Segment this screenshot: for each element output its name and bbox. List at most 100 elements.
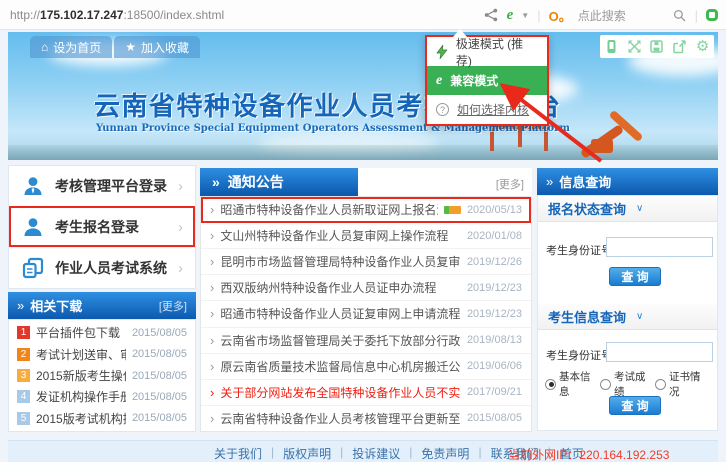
- divider: |: [537, 8, 540, 23]
- notice-item[interactable]: › 昭通市特种设备作业人员证复审网上申请流程及相... 2019/12/23: [201, 301, 531, 327]
- download-date: 2015/08/05: [132, 370, 187, 382]
- query-button[interactable]: 查 询: [609, 267, 661, 286]
- item-arrow-icon: ›: [210, 280, 214, 295]
- notices-list: › 昭通市特种设备作业人员新取证网上报名流程 2020/05/13 › 文山州特…: [200, 196, 532, 432]
- export-icon[interactable]: [672, 39, 687, 54]
- footer-link-complaints[interactable]: 投诉建议: [352, 445, 400, 462]
- downloads-list: 1 平台插件包下载 2015/08/05 2 考试计划送审、审核 ... 201…: [8, 319, 196, 432]
- page-footer: 关于我们 | 版权声明 | 投诉建议 | 免责声明 | 联系我们 | 首页 当前…: [8, 440, 718, 462]
- download-item[interactable]: 2 考试计划送审、审核 ... 2015/08/05: [9, 343, 195, 364]
- url-prefix: http://: [10, 8, 40, 22]
- url-host: 175.102.17.247: [40, 8, 123, 22]
- chevron-right-icon: ›: [178, 260, 183, 277]
- item-arrow-icon: ›: [210, 228, 214, 243]
- extension-icon[interactable]: [706, 9, 718, 21]
- ie-compat-mode-icon[interactable]: e: [507, 8, 514, 23]
- download-item[interactable]: 4 发证机构操作手册 2015/08/05: [9, 386, 195, 407]
- fullscreen-icon[interactable]: [627, 39, 642, 54]
- save-icon[interactable]: [649, 39, 664, 54]
- search-input[interactable]: O。 点此搜索: [549, 6, 687, 25]
- footer-link-copyright[interactable]: 版权声明: [283, 445, 331, 462]
- add-favorite-link[interactable]: ★ 加入收藏: [114, 36, 200, 58]
- download-item[interactable]: 1 平台插件包下载 2015/08/05: [9, 322, 195, 343]
- divider: |: [271, 445, 274, 462]
- radio-certificate-status[interactable]: 证书情况: [655, 369, 710, 399]
- notice-item[interactable]: › 文山州特种设备作业人员复审网上操作流程 2020/01/08: [201, 223, 531, 249]
- radio-basic-info[interactable]: 基本信息: [545, 369, 600, 399]
- footer-link-disclaimer[interactable]: 免责声明: [421, 445, 469, 462]
- mobile-icon[interactable]: [604, 39, 619, 54]
- rank-badge: 3: [17, 369, 30, 382]
- notice-title: 云南省市场监督管理局关于委托下放部分行政许可...: [220, 332, 461, 349]
- download-item[interactable]: 5 2015版考试机构操... 2015/08/05: [9, 408, 195, 429]
- notice-item[interactable]: › 昆明市市场监督管理局特种设备作业人员复审流程... 2019/12/26: [201, 249, 531, 275]
- item-arrow-icon: ›: [210, 254, 214, 269]
- menu-item-label: 极速模式 (推荐): [456, 35, 538, 69]
- notice-item[interactable]: › 昭通市特种设备作业人员新取证网上报名流程 2020/05/13: [201, 197, 531, 223]
- section-signup-status-query[interactable]: 报名状态查询 ∨: [538, 196, 717, 222]
- download-date: 2015/08/05: [132, 327, 187, 339]
- page-bottom-margin: [0, 462, 726, 471]
- notice-item[interactable]: › 云南省特种设备作业人员考核管理平台更新至20... 2015/08/05: [201, 406, 531, 431]
- search-icon[interactable]: [672, 8, 687, 23]
- new-badge: [444, 206, 461, 214]
- notice-title: 关于部分网站发布全国特种设备作业人员不实信息...: [220, 384, 461, 401]
- menu-item-speed-mode[interactable]: 极速模式 (推荐): [427, 37, 547, 66]
- external-ip-readout: 当前外网IP：220.164.192.253: [508, 446, 669, 463]
- divider: |: [695, 8, 698, 23]
- crane-cab-art: [591, 139, 613, 153]
- menu-item-label: 兼容模式: [450, 72, 498, 89]
- sidebar-item-candidate-signup-login[interactable]: 考生报名登录 ›: [9, 206, 195, 247]
- query-button[interactable]: 查 询: [609, 396, 661, 415]
- item-arrow-icon: ›: [210, 306, 214, 321]
- double-chevron-icon: »: [546, 174, 553, 189]
- double-chevron-icon: »: [17, 298, 24, 313]
- notice-date: 2017/09/21: [467, 386, 522, 398]
- notice-date: 2019/06/06: [467, 360, 522, 372]
- download-item[interactable]: 3 2015新版考生操作... 2015/08/05: [9, 365, 195, 386]
- settings-gear-icon[interactable]: ⚙: [695, 39, 710, 54]
- notice-item[interactable]: › 原云南省质量技术监督局信息中心机房搬迁公告 2019/06/06: [201, 354, 531, 380]
- downloads-header: » 相关下载 [更多]: [8, 292, 196, 319]
- set-homepage-link[interactable]: ⌂ 设为首页: [30, 36, 112, 58]
- candidate-id-input[interactable]: [606, 342, 713, 362]
- notice-item[interactable]: › 云南省市场监督管理局关于委托下放部分行政许可... 2019/08/13: [201, 328, 531, 354]
- rank-badge: 4: [17, 390, 30, 403]
- menu-item-kernel-help[interactable]: ? 如何选择内核: [427, 95, 547, 124]
- candidate-id-input[interactable]: [606, 237, 713, 257]
- notice-date: 2015/08/05: [467, 412, 522, 424]
- menu-caret: [453, 29, 467, 37]
- notice-item[interactable]: › 关于部分网站发布全国特种设备作业人员不实信息... 2017/09/21: [201, 380, 531, 406]
- download-title: 平台插件包下载: [36, 324, 126, 341]
- footer-link-about[interactable]: 关于我们: [214, 445, 262, 462]
- mode-dropdown-caret-icon[interactable]: ▼: [521, 11, 529, 20]
- section-candidate-info-query[interactable]: 考生信息查询 ∨: [538, 304, 717, 330]
- menu-item-label: 如何选择内核: [457, 101, 529, 118]
- divider: |: [478, 445, 481, 462]
- downloads-more-link[interactable]: [更多]: [159, 298, 187, 314]
- notices-more-link[interactable]: [更多]: [496, 176, 524, 192]
- share-icon[interactable]: [484, 8, 499, 23]
- url-field[interactable]: http://175.102.17.247:18500/index.shtml: [10, 8, 224, 22]
- search-engine-logo: O。: [549, 6, 572, 25]
- sidebar-item-exam-system[interactable]: 作业人员考试系统 ›: [9, 247, 195, 288]
- notice-title: 原云南省质量技术监督局信息中心机房搬迁公告: [220, 358, 461, 375]
- radio-label: 基本信息: [559, 369, 600, 399]
- tab-notices[interactable]: » 通知公告: [200, 168, 358, 196]
- query-title: 信息查询: [559, 172, 709, 191]
- lightning-icon: [436, 45, 448, 59]
- info-type-radio-group: 基本信息 考试成绩 证书情况: [538, 369, 717, 399]
- browser-address-bar: http://175.102.17.247:18500/index.shtml …: [0, 0, 726, 30]
- radio-exam-score[interactable]: 考试成绩: [600, 369, 655, 399]
- notice-date: 2019/12/26: [467, 256, 522, 268]
- rank-badge: 2: [17, 348, 30, 361]
- chevron-right-icon: ›: [178, 219, 183, 236]
- login-label: 作业人员考试系统: [55, 258, 168, 278]
- menu-item-compat-mode[interactable]: e 兼容模式: [427, 66, 547, 95]
- rank-badge: 5: [17, 412, 30, 425]
- sidebar-item-assessment-platform-login[interactable]: 考核管理平台登录 ›: [9, 166, 195, 206]
- notice-item[interactable]: › 西双版纳州特种设备作业人员证申办流程 2019/12/23: [201, 275, 531, 301]
- section-title: 考生信息查询: [548, 307, 626, 326]
- radio-icon: [545, 379, 556, 390]
- radio-label: 证书情况: [669, 369, 710, 399]
